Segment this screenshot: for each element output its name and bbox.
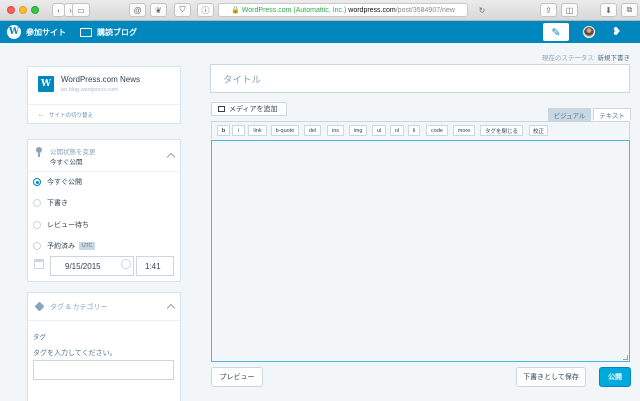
publish-status-header[interactable]: 公開状態を変更 今すぐ公開	[28, 140, 180, 172]
reload-icon[interactable]: ↻	[476, 3, 488, 17]
url-org: WordPress.com (Automattic, Inc.)	[241, 6, 347, 14]
info-icon[interactable]: ⓘ	[197, 3, 214, 17]
qt-code-button[interactable]: code	[426, 125, 448, 136]
clock-icon	[121, 259, 131, 269]
add-media-button[interactable]: メディアを追加	[211, 102, 287, 116]
downloads-icon[interactable]: ⬇	[600, 3, 617, 17]
masterbar: W 参加サイト 購読ブログ ✎ ❥	[0, 21, 640, 43]
tab-visual[interactable]: ビジュアル	[548, 108, 591, 121]
chevron-up-icon[interactable]	[166, 303, 176, 313]
post-title-input[interactable]: タイトル	[210, 64, 630, 93]
qt-li-button[interactable]: li	[408, 125, 420, 136]
share-icon[interactable]: ⇪	[540, 3, 557, 17]
publish-button[interactable]: 公開	[599, 367, 631, 387]
add-media-label: メディアを追加	[229, 106, 278, 113]
zoom-window-button[interactable]	[31, 6, 39, 14]
qt-more-button[interactable]: more	[453, 125, 475, 136]
publish-status-card: 公開状態を変更 今すぐ公開 今すぐ公開 下書き レビュー待ち 予約済み UTC …	[27, 139, 181, 282]
radio-checked[interactable]	[33, 178, 41, 186]
publish-option-label: レビュー待ち	[47, 222, 89, 229]
qt-ul-button[interactable]: ul	[372, 125, 386, 136]
publish-option-label: 下書き	[47, 200, 68, 207]
ext-evernote-icon[interactable]: ❦	[150, 3, 167, 17]
my-sites-link[interactable]: 参加サイト	[26, 21, 66, 43]
save-draft-button[interactable]: 下書きとして保存	[516, 367, 586, 387]
close-window-button[interactable]	[7, 6, 15, 14]
pin-icon	[36, 147, 42, 157]
publish-option-now[interactable]: 今すぐ公開	[33, 176, 82, 188]
reading-list-icon[interactable]: ◫	[561, 3, 578, 17]
tags-categories-card: タグ & カテゴリー タグ タグを入力してください。	[27, 292, 181, 401]
resize-handle-icon[interactable]	[623, 355, 628, 360]
qt-ol-button[interactable]: ol	[390, 125, 404, 136]
radio[interactable]	[33, 221, 41, 229]
tag-icon	[34, 301, 45, 312]
chevron-up-icon[interactable]	[166, 152, 176, 162]
url-path: /post/3584907/new	[395, 6, 455, 14]
qt-bquote-button[interactable]: b-quote	[271, 125, 299, 136]
publish-status-current: 今すぐ公開	[50, 159, 83, 166]
post-status: 現在のステータス: 新規下書き	[542, 52, 630, 62]
site-card: W WordPress.com News en.blog.wordpress.c…	[27, 66, 181, 124]
publish-option-draft[interactable]: 下書き	[33, 197, 68, 209]
tags-hint: タグを入力してください。	[33, 350, 117, 357]
browser-toolbar: ‹ › ▭ @ ❦ ⛉ ⓘ 🔒 WordPress.com (Automatti…	[0, 0, 640, 21]
status-value: 新規下書き	[597, 55, 631, 62]
qt-proofread-button[interactable]: 校正	[529, 125, 548, 136]
switch-site-label: サイトの切り替え	[49, 112, 94, 119]
my-sites-label: 参加サイト	[26, 27, 66, 37]
publish-option-label: 今すぐ公開	[47, 179, 82, 186]
quicktags-toolbar: b i link b-quote del ins img ul ol li co…	[211, 121, 630, 139]
qt-del-button[interactable]: del	[304, 125, 321, 136]
tags-input[interactable]	[33, 360, 174, 380]
wordpress-logo-icon[interactable]: W	[7, 25, 21, 39]
site-icon: W	[38, 76, 54, 92]
url-host: wordpress.com	[348, 6, 396, 14]
tabs-icon[interactable]: ⧉	[621, 3, 638, 17]
site-title: WordPress.com News	[61, 75, 140, 84]
media-icon	[218, 106, 225, 112]
publish-status-title: 公開状態を変更	[50, 149, 96, 156]
qt-link-button[interactable]: link	[248, 125, 267, 136]
sidebar-toggle-icon[interactable]: ▭	[72, 3, 90, 17]
qt-bold-button[interactable]: b	[217, 125, 230, 136]
minimize-window-button[interactable]	[19, 6, 27, 14]
site-url: en.blog.wordpress.com	[61, 87, 118, 93]
tags-title: タグ & カテゴリー	[50, 304, 108, 311]
qt-close-tags-button[interactable]: タグを閉じる	[480, 125, 523, 136]
reader-icon	[80, 27, 92, 37]
qt-img-button[interactable]: img	[349, 125, 367, 136]
reader-label: 購読ブログ	[97, 27, 137, 37]
publish-option-scheduled[interactable]: 予約済み UTC	[33, 240, 96, 252]
time-field[interactable]: 1:41	[136, 256, 174, 276]
ext-pocket-icon[interactable]: ⛉	[174, 3, 191, 17]
status-label: 現在のステータス:	[541, 55, 596, 62]
preview-button[interactable]: プレビュー	[211, 367, 263, 387]
tags-label: タグ	[33, 334, 46, 341]
write-post-icon[interactable]: ✎	[543, 23, 569, 41]
radio[interactable]	[33, 199, 41, 207]
publish-option-pending[interactable]: レビュー待ち	[33, 219, 89, 231]
switch-site-link[interactable]: ← サイトの切り替え	[28, 104, 180, 124]
address-bar[interactable]: 🔒 WordPress.com (Automattic, Inc.) wordp…	[218, 3, 468, 17]
post-content-textarea[interactable]	[211, 140, 630, 362]
avatar[interactable]	[583, 26, 595, 38]
radio[interactable]	[33, 242, 41, 250]
qt-ins-button[interactable]: ins	[327, 125, 344, 136]
publish-option-label: 予約済み	[47, 243, 75, 250]
arrow-left-icon: ←	[38, 111, 44, 118]
qt-italic-button[interactable]: i	[232, 125, 245, 136]
reader-link[interactable]: 購読ブログ	[80, 21, 137, 43]
calendar-icon	[34, 259, 44, 269]
utc-badge: UTC	[79, 242, 96, 250]
lock-icon: 🔒	[231, 7, 240, 14]
tags-header[interactable]: タグ & カテゴリー	[28, 293, 180, 321]
ext-at-icon[interactable]: @	[129, 3, 146, 17]
tab-text[interactable]: テキスト	[593, 108, 631, 121]
notifications-icon[interactable]: ❥	[612, 25, 621, 38]
